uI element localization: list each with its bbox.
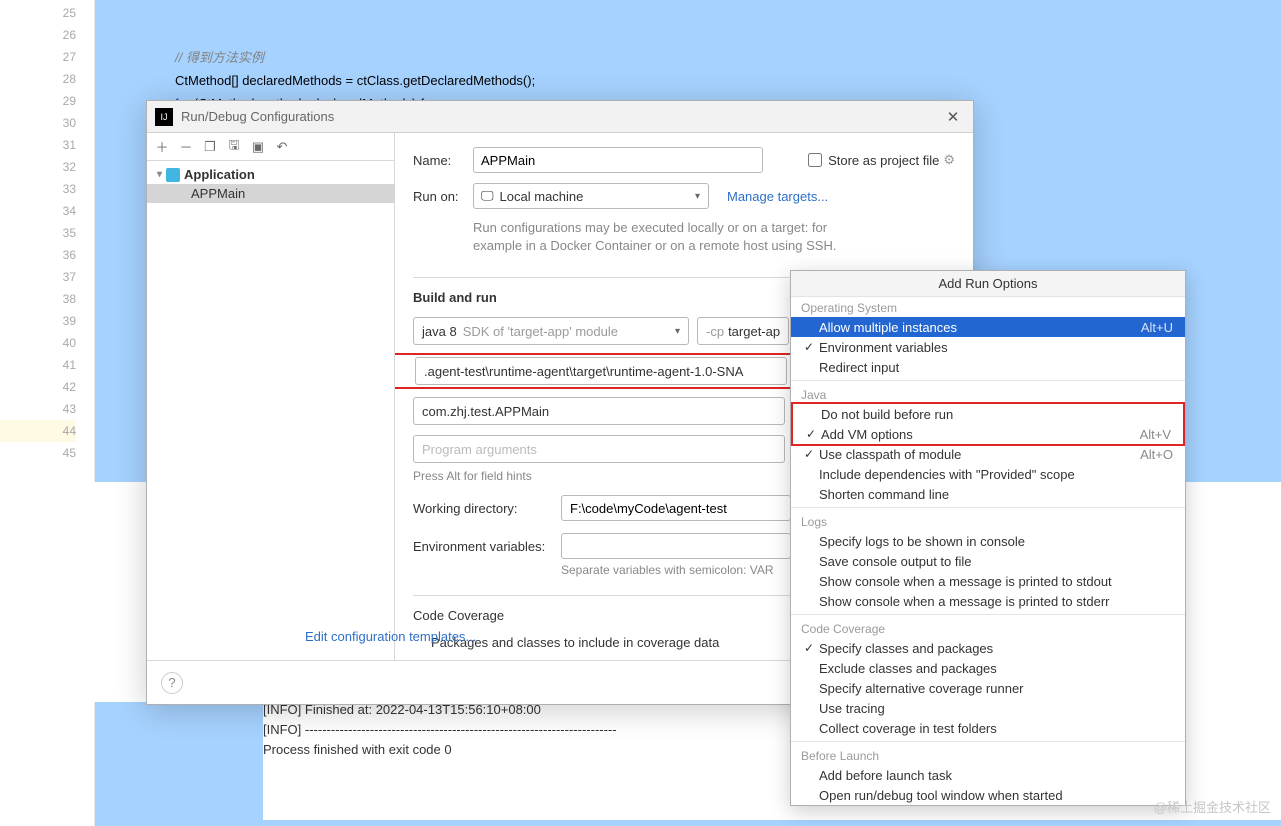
runon-label: Run on: — [413, 189, 473, 204]
config-tree-panel: ＋ － ❐ 🖫 ▣ ↶ ▾ Application APPMain — [147, 133, 395, 660]
ij-icon: IJ — [155, 108, 173, 126]
application-icon — [166, 168, 180, 182]
watermark: @稀土掘金技术社区 — [1154, 797, 1271, 816]
menu-item-env[interactable]: ✓Environment variables — [791, 337, 1185, 357]
menu-item-cc1[interactable]: ✓Specify classes and packages — [791, 638, 1185, 658]
java-options-highlight: Do not build before run ✓Add VM optionsA… — [791, 402, 1185, 446]
menu-item-provided[interactable]: Include dependencies with "Provided" sco… — [791, 464, 1185, 484]
help-icon[interactable]: ? — [161, 672, 183, 694]
runon-select[interactable]: 🖵 Local machine — [473, 183, 709, 209]
classpath-input[interactable]: -cptarget-ap — [697, 317, 789, 345]
copy-icon[interactable]: ❐ — [201, 138, 219, 156]
tree-node-appmain[interactable]: APPMain — [147, 184, 394, 203]
menu-item-bl1[interactable]: Add before launch task — [791, 765, 1185, 785]
main-class-input[interactable]: com.zhj.test.APPMain — [413, 397, 785, 425]
runon-hint: Run configurations may be executed local… — [413, 219, 955, 255]
dialog-titlebar: IJ Run/Debug Configurations ✕ — [147, 101, 973, 133]
menu-group-logs: Logs — [791, 511, 1185, 531]
menu-item-log2[interactable]: Save console output to file — [791, 551, 1185, 571]
remove-icon[interactable]: － — [177, 138, 195, 156]
menu-item-cc5[interactable]: Collect coverage in test folders — [791, 718, 1185, 738]
edit-templates-link[interactable]: Edit configuration templates... — [305, 629, 476, 644]
add-run-options-menu: Add Run Options Operating System Allow m… — [790, 270, 1186, 806]
gear-icon[interactable]: ⚙ — [943, 152, 955, 168]
manage-targets-link[interactable]: Manage targets... — [727, 189, 828, 204]
menu-item-log1[interactable]: Specify logs to be shown in console — [791, 531, 1185, 551]
menu-item-cc2[interactable]: Exclude classes and packages — [791, 658, 1185, 678]
save-icon[interactable]: 🖫 — [225, 138, 243, 156]
tree-node-application[interactable]: ▾ Application — [147, 165, 394, 184]
menu-item-log3[interactable]: Show console when a message is printed t… — [791, 571, 1185, 591]
sdk-select[interactable]: java 8SDK of 'target-app' module — [413, 317, 689, 345]
menu-item-vm-options[interactable]: ✓Add VM optionsAlt+V — [793, 424, 1183, 444]
config-tree[interactable]: ▾ Application APPMain — [147, 161, 394, 660]
add-icon[interactable]: ＋ — [153, 138, 171, 156]
program-args-input[interactable]: Program arguments — [413, 435, 785, 463]
folder-icon[interactable]: ▣ — [249, 138, 267, 156]
env-input[interactable] — [561, 533, 791, 559]
name-label: Name: — [413, 153, 473, 168]
revert-icon[interactable]: ↶ — [273, 138, 291, 156]
working-dir-input[interactable] — [561, 495, 791, 521]
vm-options-input[interactable]: .agent-test\runtime-agent\target\runtime… — [415, 357, 787, 385]
line-gutter: 2526272829303132333435363738394041424344… — [0, 0, 95, 826]
menu-group-bl: Before Launch — [791, 745, 1185, 765]
tree-toolbar: ＋ － ❐ 🖫 ▣ ↶ — [147, 133, 394, 161]
menu-item-shorten[interactable]: Shorten command line — [791, 484, 1185, 504]
code-comment: // 得到方法实例 — [175, 50, 264, 65]
menu-item-allow-multi[interactable]: Allow multiple instancesAlt+U — [791, 317, 1185, 337]
menu-group-cc: Code Coverage — [791, 618, 1185, 638]
menu-item-cc4[interactable]: Use tracing — [791, 698, 1185, 718]
store-checkbox[interactable]: Store as project file — [808, 153, 939, 168]
env-label: Environment variables: — [413, 539, 561, 554]
menu-item-bl2[interactable]: Open run/debug tool window when started — [791, 785, 1185, 805]
menu-item-redirect[interactable]: Redirect input — [791, 357, 1185, 377]
menu-group-os: Operating System — [791, 297, 1185, 317]
working-dir-label: Working directory: — [413, 501, 561, 516]
menu-title: Add Run Options — [791, 271, 1185, 297]
menu-item-cc3[interactable]: Specify alternative coverage runner — [791, 678, 1185, 698]
menu-item-log4[interactable]: Show console when a message is printed t… — [791, 591, 1185, 611]
menu-group-java: Java — [791, 384, 1185, 404]
menu-item-no-build[interactable]: Do not build before run — [793, 404, 1183, 424]
dialog-title: Run/Debug Configurations — [181, 109, 941, 124]
close-icon[interactable]: ✕ — [941, 105, 965, 129]
menu-item-classpath[interactable]: ✓Use classpath of moduleAlt+O — [791, 444, 1185, 464]
name-input[interactable] — [473, 147, 763, 173]
chevron-down-icon: ▾ — [157, 169, 162, 180]
